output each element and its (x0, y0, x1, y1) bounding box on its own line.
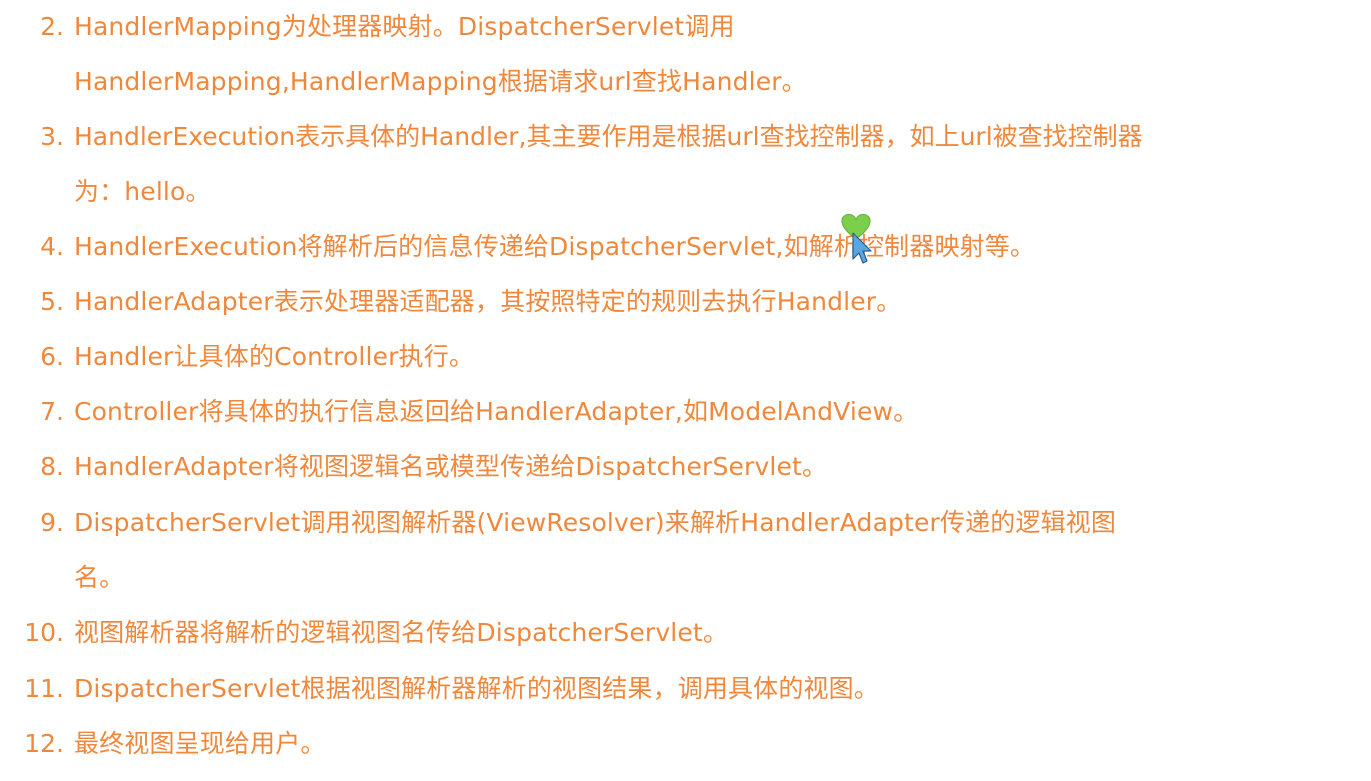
item-number: 11. (24, 674, 64, 703)
item-number: 9. (40, 508, 64, 537)
numbered-list: 2. HandlerMapping为处理器映射。DispatcherServle… (0, 0, 1371, 781)
item-text-line: HandlerAdapter表示处理器适配器，其按照特定的规则去执行Handle… (74, 287, 902, 316)
item-text-line: HandlerAdapter将视图逻辑名或模型传递给DispatcherServ… (74, 452, 828, 481)
item-number: 3. (40, 122, 64, 151)
item-number: 2. (40, 12, 64, 41)
item-text-line: Controller将具体的执行信息返回给HandlerAdapter,如Mod… (74, 397, 919, 426)
item-number: 12. (24, 729, 64, 758)
item-text-line: HandlerExecution表示具体的Handler,其主要作用是根据url… (74, 122, 1143, 151)
green-heart-hand-cursor-icon (836, 211, 876, 269)
item-text-line: HandlerMapping为处理器映射。DispatcherServlet调用 (74, 12, 735, 41)
item-number: 8. (40, 452, 64, 481)
item-text-line: DispatcherServlet调用视图解析器(ViewResolver)来解… (74, 508, 1117, 537)
item-text-line: HandlerMapping,HandlerMapping根据请求url查找Ha… (74, 67, 807, 96)
item-number: 10. (24, 618, 64, 647)
item-text-line: DispatcherServlet根据视图解析器解析的视图结果，调用具体的视图。 (74, 674, 879, 703)
item-text-line: 名。 (74, 563, 125, 592)
item-text-line: 最终视图呈现给用户。 (74, 729, 326, 758)
item-text-line: HandlerExecution将解析后的信息传递给DispatcherServ… (74, 232, 1036, 261)
item-number: 6. (40, 342, 64, 371)
item-number: 4. (40, 232, 64, 261)
item-text-line: 为：hello。 (74, 177, 211, 206)
item-text-line: Handler让具体的Controller执行。 (74, 342, 475, 371)
item-text-line: 视图解析器将解析的逻辑视图名传给DispatcherServlet。 (74, 618, 729, 647)
item-number: 5. (40, 287, 64, 316)
item-number: 7. (40, 397, 64, 426)
